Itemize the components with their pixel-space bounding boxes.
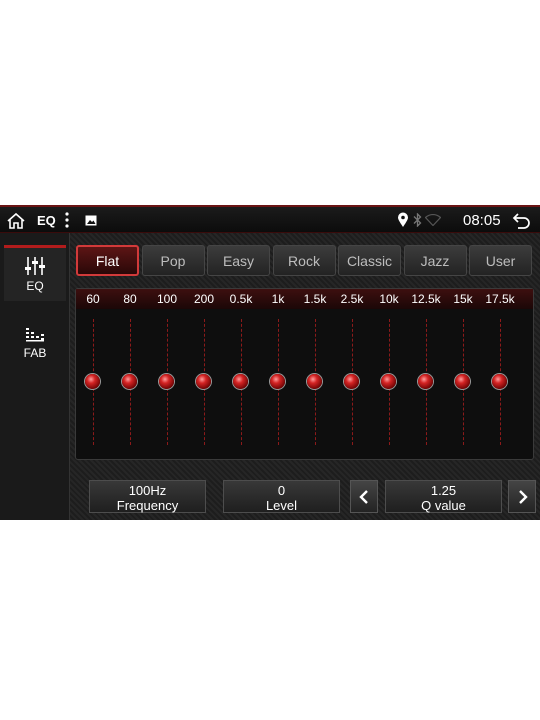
band-slider-knob[interactable]	[159, 374, 174, 389]
preset-tab-classic[interactable]: Classic	[338, 245, 401, 276]
status-bar: EQ 08:05	[0, 205, 540, 233]
band-label: 15k	[453, 292, 473, 306]
chevron-right-icon	[519, 490, 528, 504]
preset-tab-easy[interactable]: Easy	[207, 245, 270, 276]
band-slider-knob[interactable]	[85, 374, 100, 389]
app-title: EQ	[37, 213, 56, 228]
band-label: 100	[156, 292, 178, 306]
clock: 08:05	[463, 212, 501, 229]
equalizer-sliders-icon	[25, 257, 45, 275]
band-label: 1.5k	[303, 292, 327, 306]
level-label: Level	[265, 498, 298, 513]
band-label: 17.5k	[485, 292, 515, 306]
sidebar: EQ FAB	[0, 233, 70, 520]
level-display[interactable]: 0 Level	[223, 480, 340, 513]
eq-main-panel: Flat Pop Easy Rock Classic Jazz User 60 …	[70, 233, 540, 520]
head-unit-screen: EQ 08:05 EQ FAB Flat Pop Easy Rock Class…	[0, 205, 540, 520]
band-slider-knob[interactable]	[122, 374, 137, 389]
band-slider-knob[interactable]	[307, 374, 322, 389]
sidebar-item-fab[interactable]: FAB	[4, 315, 66, 371]
band-label: 10k	[379, 292, 399, 306]
location-icon	[398, 212, 408, 227]
band-label: 2.5k	[340, 292, 364, 306]
back-icon[interactable]	[512, 212, 532, 230]
band-label: 200	[193, 292, 215, 306]
q-label: Q value	[421, 498, 466, 513]
band-slider-knob[interactable]	[455, 374, 470, 389]
band-slider-knob[interactable]	[233, 374, 248, 389]
band-slider-knob[interactable]	[381, 374, 396, 389]
frequency-label: Frequency	[116, 498, 179, 513]
preset-tab-flat[interactable]: Flat	[76, 245, 139, 276]
level-value: 0	[277, 483, 286, 498]
frequency-value: 100Hz	[128, 483, 167, 498]
frequency-display[interactable]: 100Hz Frequency	[89, 480, 206, 513]
band-slider-knob[interactable]	[344, 374, 359, 389]
band-slider-knob[interactable]	[492, 374, 507, 389]
band-slider-knob[interactable]	[270, 374, 285, 389]
q-decrease-button[interactable]	[350, 480, 378, 513]
equalizer-panel: 60 80 100 200 0.5k 1k 1.5k 2.5k 10k 12.5…	[75, 288, 534, 460]
preset-tab-rock[interactable]: Rock	[272, 245, 336, 276]
band-label: 1k	[271, 292, 285, 306]
q-value: 1.25	[430, 483, 457, 498]
q-value-display[interactable]: 1.25 Q value	[385, 480, 502, 513]
band-label: 12.5k	[411, 292, 441, 306]
more-vert-icon[interactable]	[64, 211, 70, 229]
q-increase-button[interactable]	[508, 480, 536, 513]
band-label: 60	[86, 292, 100, 306]
image-icon	[85, 215, 97, 226]
chevron-left-icon	[359, 490, 368, 504]
band-label: 80	[123, 292, 137, 306]
sidebar-item-label: FAB	[23, 346, 47, 360]
bluetooth-icon	[413, 213, 422, 227]
preset-tab-user[interactable]: User	[469, 245, 532, 276]
sidebar-item-label: EQ	[26, 279, 44, 293]
band-label: 0.5k	[229, 292, 253, 306]
sidebar-item-eq[interactable]: EQ	[4, 245, 66, 301]
preset-tab-jazz[interactable]: Jazz	[403, 245, 467, 276]
frequency-header: 60 80 100 200 0.5k 1k 1.5k 2.5k 10k 12.5…	[76, 289, 533, 309]
wifi-icon	[425, 214, 441, 226]
preset-tab-pop[interactable]: Pop	[141, 245, 205, 276]
band-slider-knob[interactable]	[418, 374, 433, 389]
band-slider-knob[interactable]	[196, 374, 211, 389]
home-icon[interactable]	[6, 211, 26, 231]
fader-balance-icon	[26, 328, 44, 342]
